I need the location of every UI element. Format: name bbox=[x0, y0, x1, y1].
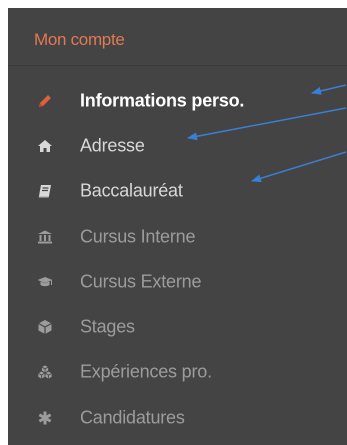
pencil-icon bbox=[37, 93, 53, 109]
menu-item-label: Stages bbox=[80, 316, 135, 337]
menu-item-cursus-interne[interactable]: Cursus Interne bbox=[8, 214, 347, 259]
menu-item-adresse[interactable]: Adresse bbox=[8, 123, 347, 168]
menu-item-experiences-pro[interactable]: Expériences pro. bbox=[8, 350, 347, 395]
menu-item-label: Adresse bbox=[80, 135, 145, 156]
asterisk-icon bbox=[37, 410, 53, 426]
bank-icon bbox=[37, 229, 53, 245]
menu-item-label: Expériences pro. bbox=[80, 361, 212, 382]
menu-item-label: Cursus Interne bbox=[80, 226, 196, 247]
sidebar-header: Mon compte bbox=[8, 8, 347, 66]
graduation-cap-icon bbox=[37, 274, 53, 290]
menu-item-baccalaureat[interactable]: Baccalauréat bbox=[8, 169, 347, 214]
menu-item-candidatures[interactable]: Candidatures bbox=[8, 395, 347, 440]
home-icon bbox=[37, 138, 53, 154]
book-icon bbox=[37, 183, 53, 199]
cubes-icon bbox=[37, 364, 53, 380]
menu-item-label: Informations perso. bbox=[80, 90, 245, 111]
menu-item-label: Baccalauréat bbox=[80, 180, 183, 201]
menu-item-label: Candidatures bbox=[80, 407, 185, 428]
cube-icon bbox=[37, 319, 53, 335]
sidebar-title: Mon compte bbox=[34, 30, 125, 49]
menu-item-informations-perso[interactable]: Informations perso. bbox=[8, 78, 347, 123]
menu-item-cursus-externe[interactable]: Cursus Externe bbox=[8, 259, 347, 304]
menu-item-label: Cursus Externe bbox=[80, 271, 202, 292]
account-menu: Informations perso. Adresse Baccalauréat bbox=[8, 78, 347, 440]
account-sidebar: Mon compte Informations perso. Adresse B… bbox=[8, 8, 347, 445]
menu-item-stages[interactable]: Stages bbox=[8, 304, 347, 349]
